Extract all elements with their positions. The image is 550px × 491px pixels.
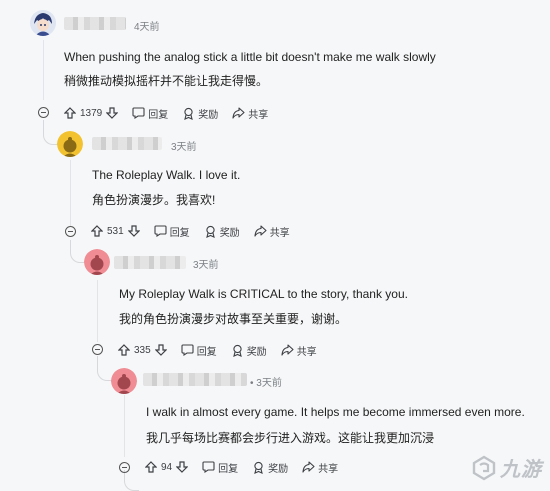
timestamp: 4天前	[134, 22, 160, 33]
vote-group: 1379	[64, 107, 119, 119]
share-button[interactable]: 共享	[281, 343, 317, 358]
vote-count: 94	[161, 461, 173, 473]
ninegame-logo-icon	[472, 455, 496, 480]
thread-elbow-2	[70, 240, 85, 263]
downvote-arrow-icon[interactable]	[176, 461, 189, 473]
comment-text-en: My Roleplay Walk is CRITICAL to the stor…	[119, 287, 408, 301]
upvote-arrow-icon[interactable]	[145, 461, 157, 473]
thread-line-level-3	[124, 395, 125, 457]
snoo-avatar-icon	[111, 368, 137, 394]
collapse-thread-button[interactable]	[38, 107, 49, 118]
award-button[interactable]: 奖励	[204, 224, 240, 239]
award-ribbon-icon	[205, 225, 215, 238]
action-bar: 531 回复 奖励 共享	[91, 222, 304, 240]
comment-text-zh: 我的角色扮演漫步对故事至关重要，谢谢。	[119, 312, 348, 326]
collapse-thread-button[interactable]	[92, 344, 103, 355]
share-arrow-icon	[302, 461, 315, 473]
avatar[interactable]	[30, 10, 56, 36]
thread-line-level-1	[70, 160, 71, 226]
upvote-arrow-icon[interactable]	[91, 225, 103, 237]
action-bar: 94 回复 奖励 共享	[145, 458, 352, 476]
vote-count: 531	[107, 225, 124, 237]
award-ribbon-icon	[232, 344, 242, 357]
reply-button[interactable]: 回复	[154, 224, 190, 239]
award-button[interactable]: 奖励	[231, 343, 267, 358]
upvote-arrow-icon[interactable]	[64, 107, 76, 119]
award-button[interactable]: 奖励	[252, 460, 288, 475]
vote-group: 531	[91, 225, 140, 237]
comment-bubble-icon	[154, 225, 167, 237]
comment-text-zh: 角色扮演漫步。我喜欢!	[92, 193, 216, 207]
thread-elbow-1	[43, 120, 58, 145]
comment-text-en: I walk in almost every game. It helps me…	[146, 405, 525, 419]
comment-text-en: The Roleplay Walk. I love it.	[92, 168, 241, 182]
share-button[interactable]: 共享	[302, 460, 338, 475]
timestamp: 3天前	[193, 260, 219, 271]
vote-group: 94	[145, 461, 189, 473]
thread-elbow-3	[97, 356, 112, 381]
reply-button[interactable]: 回复	[132, 106, 168, 121]
comment-bubble-icon	[132, 107, 145, 119]
comment-text-en: When pushing the analog stick a little b…	[64, 50, 436, 64]
vote-count: 335	[134, 344, 151, 356]
upvote-arrow-icon[interactable]	[118, 344, 130, 356]
action-bar: 335 回复 奖励 共享	[118, 341, 331, 359]
username-redacted	[92, 137, 162, 150]
thread-line-level-2	[97, 280, 98, 342]
reply-button[interactable]: 回复	[202, 460, 238, 475]
comment-bubble-icon	[181, 344, 194, 356]
username-redacted	[64, 17, 126, 30]
award-button[interactable]: 奖励	[182, 106, 218, 121]
username-redacted	[114, 256, 186, 269]
collapse-thread-button[interactable]	[65, 226, 76, 237]
award-ribbon-icon	[254, 461, 263, 474]
snoo-avatar-icon	[57, 131, 83, 157]
snoo-avatar-icon	[84, 249, 110, 275]
downvote-arrow-icon[interactable]	[127, 225, 140, 237]
anime-avatar-icon	[30, 10, 56, 36]
share-arrow-icon	[254, 225, 267, 237]
downvote-arrow-icon[interactable]	[154, 344, 167, 356]
share-button[interactable]: 共享	[254, 224, 290, 239]
avatar[interactable]	[111, 368, 137, 394]
username-redacted	[143, 373, 247, 386]
downvote-arrow-icon[interactable]	[106, 107, 119, 119]
share-button[interactable]: 共享	[232, 106, 268, 121]
share-arrow-icon	[232, 107, 245, 119]
action-bar: 1379 回复 奖励 共享	[64, 104, 282, 122]
reply-button[interactable]: 回复	[181, 343, 217, 358]
comment-text-zh: 稍微推动模拟摇杆并不能让我走得慢。	[64, 74, 269, 88]
vote-count: 1379	[80, 107, 103, 119]
site-watermark: 九游	[471, 453, 542, 482]
avatar[interactable]	[84, 249, 110, 275]
timestamp: 3天前	[171, 142, 197, 153]
thread-elbow-4	[124, 470, 139, 491]
avatar[interactable]	[57, 131, 83, 157]
watermark-text: 九游	[500, 459, 542, 481]
share-arrow-icon	[281, 344, 294, 356]
thread-line-level-0	[43, 40, 44, 100]
collapse-thread-button[interactable]	[119, 462, 130, 473]
award-ribbon-icon	[184, 107, 194, 120]
vote-group: 335	[118, 344, 167, 356]
timestamp: • 3天前	[250, 378, 282, 389]
comment-text-zh: 我几乎每场比赛都会步行进入游戏。这能让我更加沉浸	[146, 431, 435, 445]
comment-bubble-icon	[202, 461, 215, 473]
